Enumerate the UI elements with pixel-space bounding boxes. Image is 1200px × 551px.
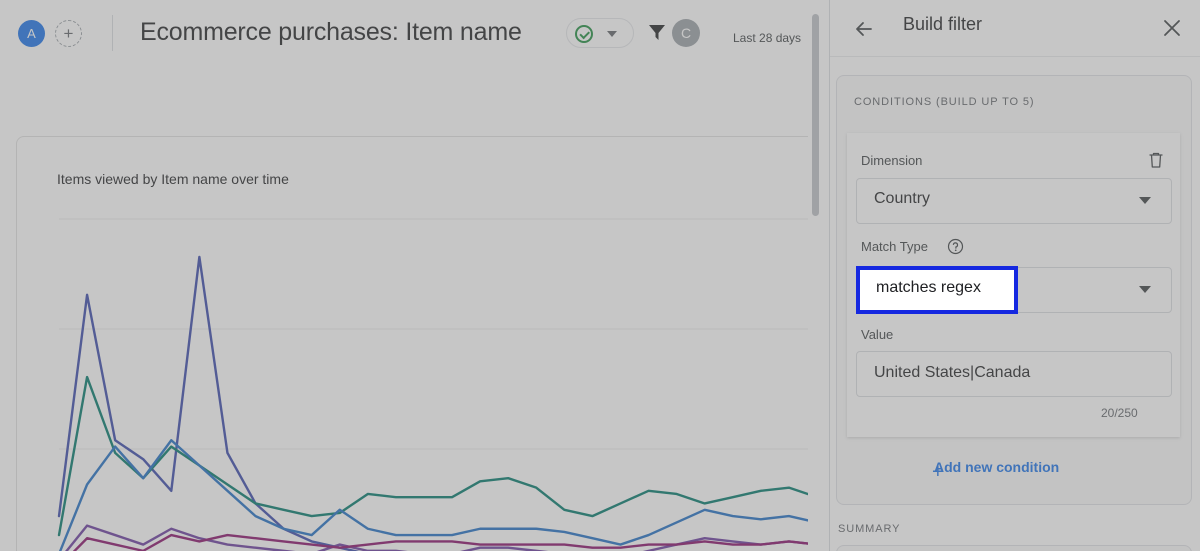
back-arrow-icon[interactable] <box>852 17 876 46</box>
account-avatar[interactable]: A <box>18 20 45 47</box>
value-text: United States|Canada <box>874 364 1031 381</box>
check-circle-icon <box>575 25 593 43</box>
conditions-section-label: CONDITIONS (BUILD UP TO 5) <box>854 96 1035 108</box>
help-circle-icon[interactable] <box>947 238 964 260</box>
panel-header: Build filter <box>830 0 1200 57</box>
summary-section-label: SUMMARY <box>838 523 901 535</box>
char-counter: 20/250 <box>1101 406 1138 420</box>
panel-title: Build filter <box>903 14 983 34</box>
report-area: A + Ecommerce purchases: Item name C Las… <box>0 0 830 551</box>
line-chart <box>57 218 819 551</box>
summary-card <box>836 545 1192 551</box>
chevron-down-icon[interactable] <box>607 31 617 37</box>
dimension-value: Country <box>874 190 931 207</box>
top-bar: A + Ecommerce purchases: Item name C Las… <box>0 0 830 66</box>
value-label: Value <box>861 327 894 342</box>
match-type-value: matches regex <box>876 279 981 296</box>
match-type-label: Match Type <box>861 239 928 254</box>
add-new-condition-button[interactable]: Add new condition <box>934 459 1059 475</box>
match-type-chevron-down-icon[interactable] <box>1139 286 1151 293</box>
trash-icon[interactable] <box>1146 150 1166 175</box>
page-title: Ecommerce purchases: Item name <box>140 18 522 46</box>
dimension-chevron-down-icon[interactable] <box>1139 197 1151 204</box>
app-root: A + Ecommerce purchases: Item name C Las… <box>0 0 1200 551</box>
date-range-selector[interactable]: Last 28 days <box>733 31 801 45</box>
add-account-icon[interactable]: + <box>55 20 82 47</box>
chart-card: Items viewed by Item name over time <box>16 136 822 551</box>
funnel-icon[interactable] <box>647 22 667 47</box>
dimension-label: Dimension <box>861 153 923 168</box>
toolbar-divider <box>112 15 113 51</box>
collaborator-avatar[interactable]: C <box>672 19 700 47</box>
report-status-pill[interactable] <box>566 18 634 48</box>
report-scrollbar-thumb[interactable] <box>812 14 819 216</box>
close-icon[interactable] <box>1160 16 1184 45</box>
